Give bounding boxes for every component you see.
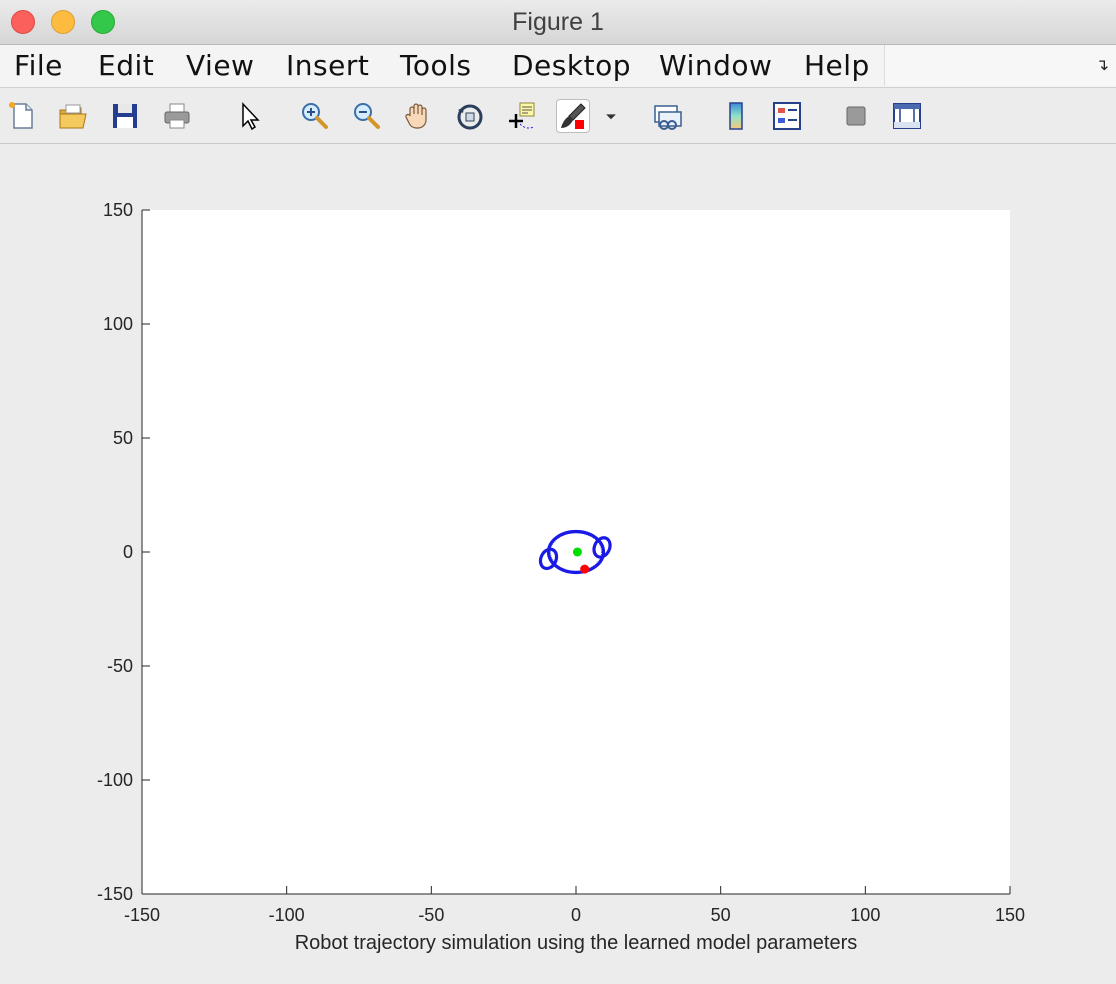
y-tick-label: -50: [107, 656, 133, 676]
new-file-icon: [9, 102, 33, 129]
legend-icon: [773, 102, 801, 130]
open-file-button[interactable]: [56, 99, 90, 133]
figure-toolbar: [0, 88, 1116, 144]
hide-tools-icon: [846, 106, 866, 126]
pointer-arrow-icon: [242, 102, 260, 131]
printer-icon: [164, 103, 190, 129]
figure-canvas: -150 -100 -50 0 50 100 150 -150 -100 -50 0 50 100 15…: [0, 144, 1116, 984]
zoom-out-icon: [354, 103, 380, 129]
data-cursor-icon: [509, 102, 535, 129]
x-tick-label: -100: [269, 905, 305, 925]
menu-desktop[interactable]: Desktop: [512, 49, 631, 82]
title-bar: Figure 1: [0, 0, 1116, 45]
chart: -150 -100 -50 0 50 100 150 -150 -100 -50 0 50 100 15…: [97, 200, 1025, 954]
edit-plot-button[interactable]: [232, 99, 266, 133]
menu-edit[interactable]: Edit: [98, 49, 154, 82]
menu-bar: File Edit View Insert Tools Desktop Wind…: [0, 45, 1116, 88]
menu-help[interactable]: Help: [804, 49, 870, 82]
zoom-in-icon: [302, 103, 328, 129]
folder-open-icon: [59, 104, 87, 129]
x-axis-label: Robot trajectory simulation using the le…: [295, 932, 858, 954]
y-tick-label: 100: [103, 314, 133, 334]
y-tick-label: -150: [97, 884, 133, 904]
menu-tools[interactable]: Tools: [400, 49, 471, 82]
x-tick-label: -50: [418, 905, 444, 925]
dock-arrow-icon[interactable]: ↴: [1096, 55, 1109, 75]
save-figure-button[interactable]: [108, 99, 142, 133]
x-tick-label: 50: [711, 905, 731, 925]
pan-button[interactable]: [401, 99, 435, 133]
dropdown-arrow-icon: [606, 114, 616, 120]
new-figure-button[interactable]: [5, 99, 39, 133]
brush-button[interactable]: [556, 99, 590, 133]
menu-file[interactable]: File: [14, 49, 63, 82]
hide-plot-tools-button[interactable]: [839, 99, 873, 133]
brush-icon: [561, 103, 586, 129]
y-tick-label: 0: [123, 542, 133, 562]
menu-insert[interactable]: Insert: [286, 49, 369, 82]
menubar-spacer: ↴: [884, 45, 1116, 86]
show-tools-icon: [893, 103, 921, 129]
y-tick-label: 150: [103, 200, 133, 220]
hand-icon: [405, 103, 427, 129]
window-title: Figure 1: [512, 8, 604, 36]
x-tick-label: 0: [571, 905, 581, 925]
brush-dropdown-button[interactable]: [598, 99, 624, 133]
y-tick-label: 50: [113, 428, 133, 448]
zoom-in-button[interactable]: [297, 99, 331, 133]
insert-legend-button[interactable]: [770, 99, 804, 133]
end-marker: [580, 564, 590, 574]
rotate-3d-button[interactable]: [453, 99, 487, 133]
show-plot-tools-button[interactable]: [890, 99, 924, 133]
x-tick-label: 100: [850, 905, 880, 925]
insert-colorbar-button[interactable]: [719, 99, 753, 133]
save-icon: [113, 104, 137, 128]
link-plot-icon: [654, 105, 682, 130]
data-cursor-button[interactable]: [505, 99, 539, 133]
x-tick-label: -150: [124, 905, 160, 925]
zoom-out-button[interactable]: [349, 99, 383, 133]
colorbar-icon: [729, 102, 743, 130]
y-tick-label: -100: [97, 770, 133, 790]
menu-window[interactable]: Window: [659, 49, 772, 82]
link-plot-button[interactable]: [650, 99, 684, 133]
print-figure-button[interactable]: [160, 99, 194, 133]
rotate-icon: [457, 104, 483, 130]
menu-view[interactable]: View: [186, 49, 254, 82]
x-tick-label: 150: [995, 905, 1025, 925]
start-marker: [572, 547, 582, 557]
